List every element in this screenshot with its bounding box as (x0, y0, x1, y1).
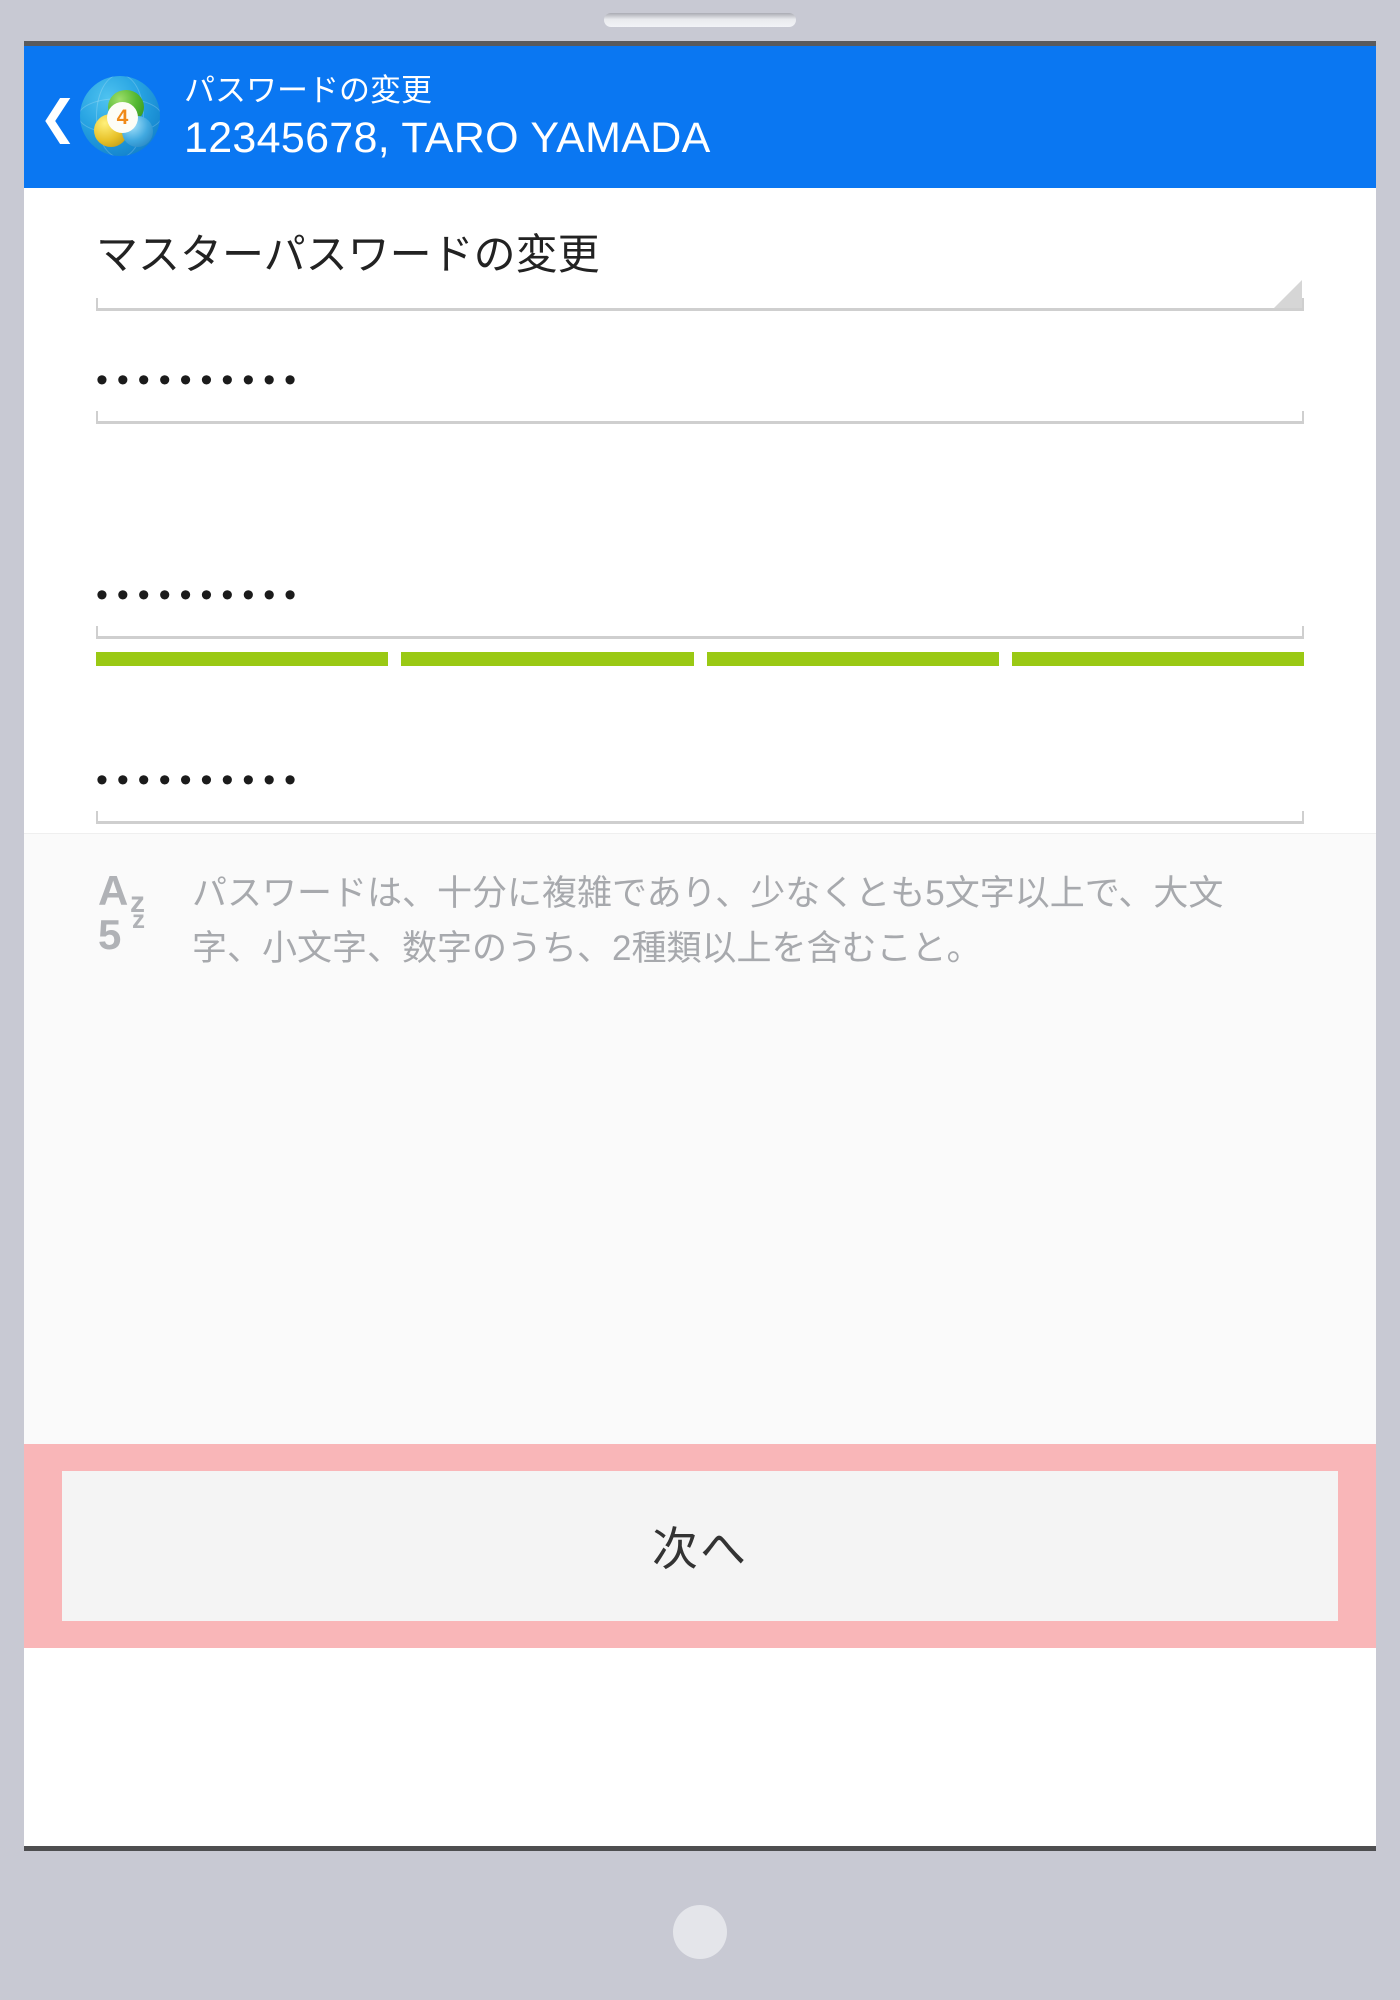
strength-segment (401, 652, 694, 666)
next-button-highlight: 次へ (24, 1444, 1376, 1648)
new-password-input[interactable]: •••••••••• (96, 578, 305, 612)
alphanumeric-case-icon: A z 5 z (96, 866, 170, 970)
screen-bottom-edge (24, 1846, 1376, 1851)
app-icon-version-badge: 4 (107, 102, 138, 133)
alphanumeric-case-icon-digit: 5 (98, 911, 122, 958)
app-bar: ❮ 4 パスワードの変更 12345678, TARO YAMADA (24, 46, 1376, 188)
confirm-password-input[interactable]: •••••••••• (96, 763, 305, 797)
speaker-grille (604, 13, 796, 27)
app-bar-titles: パスワードの変更 12345678, TARO YAMADA (184, 70, 711, 164)
strength-segment (1011, 652, 1304, 666)
password-hint-panel: A z 5 z パスワードは、十分に複雑であり、少なくとも5文字以上で、大文字、… (24, 833, 1376, 1648)
app-bar-subtitle: パスワードの変更 (184, 73, 432, 108)
current-password-underline (96, 411, 1304, 424)
password-hint-inner: A z 5 z パスワードは、十分に複雑であり、少なくとも5文字以上で、大文字、… (24, 834, 1376, 976)
new-password-underline (96, 626, 1304, 639)
phone-screen: ❮ 4 パスワードの変更 12345678, TARO YAMADA マスターパ… (24, 46, 1376, 1846)
password-type-select-underline (96, 280, 1304, 311)
alphanumeric-case-icon-lower2: z (132, 904, 145, 934)
strength-segment (706, 652, 999, 666)
home-button[interactable] (673, 1905, 727, 1959)
dropdown-corner-caret-icon[interactable] (1274, 280, 1302, 308)
password-form: マスターパスワードの変更 •••••••••• •••••••••• •••••… (24, 188, 1376, 833)
metatrader-app-icon: 4 (80, 76, 160, 156)
password-strength-meter (96, 652, 1304, 666)
alphanumeric-case-icon-upper: A (98, 867, 129, 914)
next-button-label: 次へ (652, 1523, 748, 1575)
confirm-password-underline (96, 811, 1304, 824)
next-button[interactable]: 次へ (62, 1471, 1338, 1621)
back-chevron-icon[interactable]: ❮ (32, 94, 84, 140)
password-hint-text: パスワードは、十分に複雑であり、少なくとも5文字以上で、大文字、小文字、数字のう… (192, 874, 1224, 968)
strength-segment (96, 652, 389, 666)
app-bar-title: 12345678, TARO YAMADA (184, 114, 711, 162)
password-type-select-value[interactable]: マスターパスワードの変更 (96, 234, 600, 276)
current-password-input[interactable]: •••••••••• (96, 363, 305, 397)
device-frame: ❮ 4 パスワードの変更 12345678, TARO YAMADA マスターパ… (0, 0, 1400, 2000)
device-top-bezel (0, 0, 1400, 40)
